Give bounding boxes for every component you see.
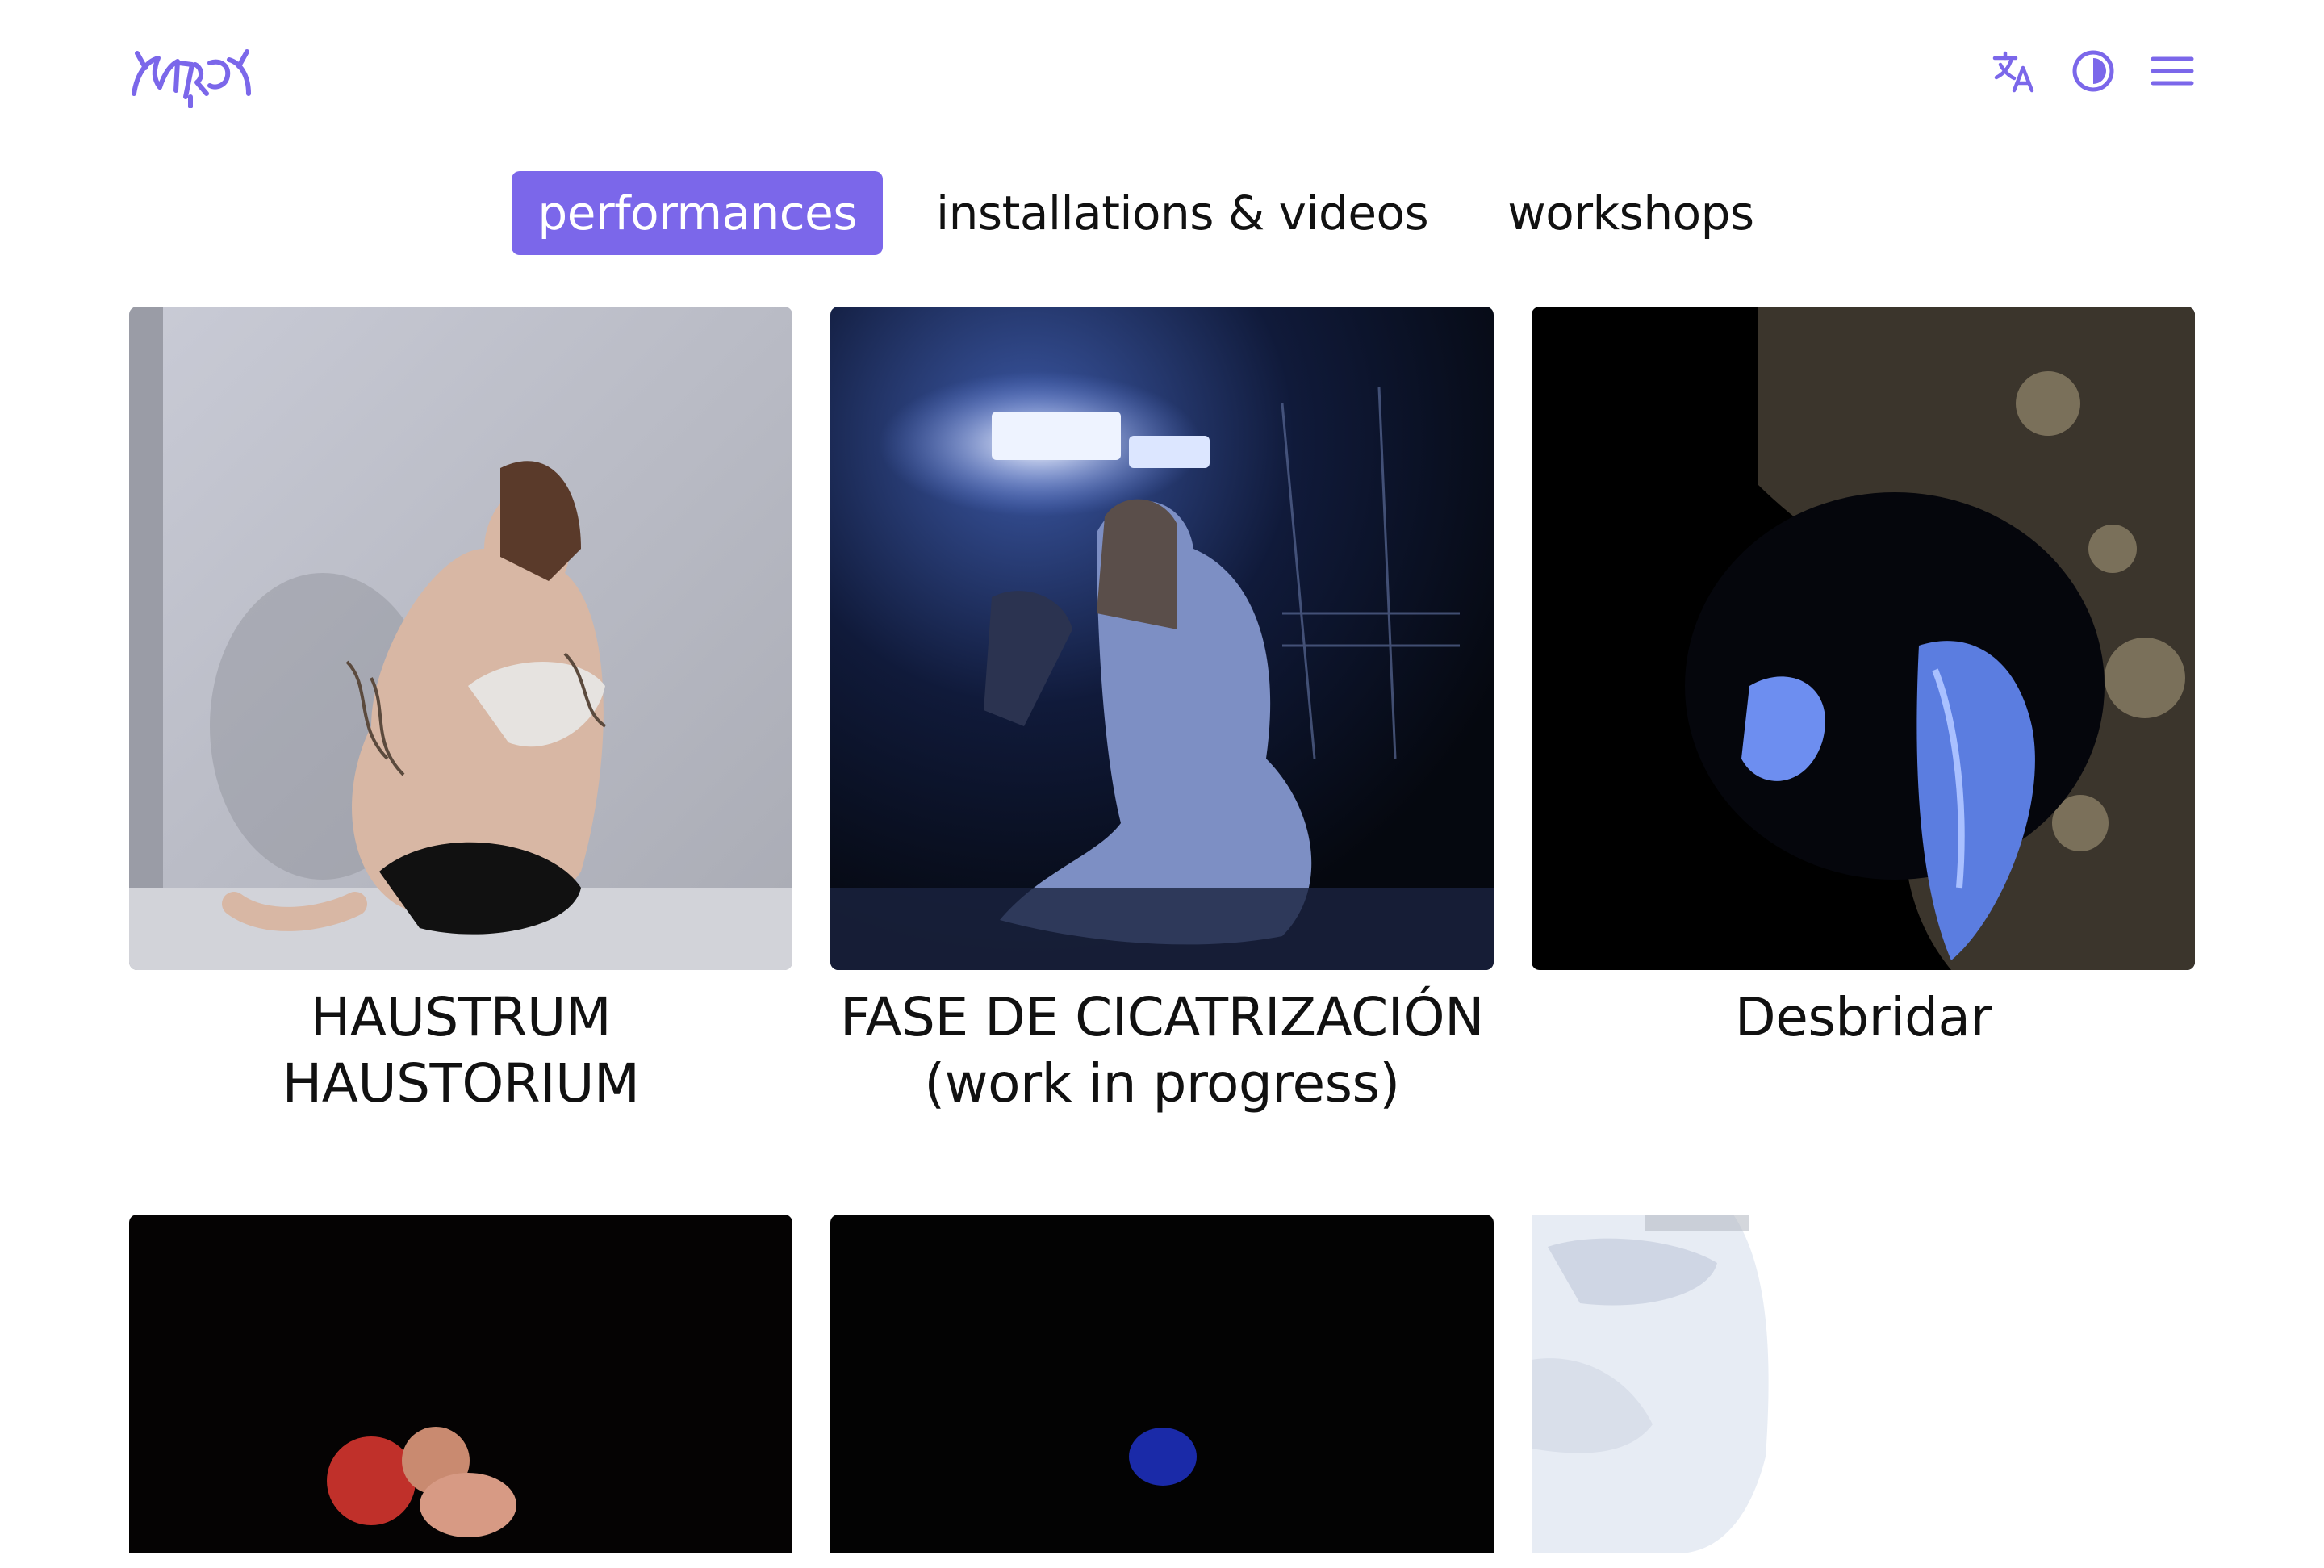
work-thumbnail[interactable] (129, 1215, 792, 1553)
work-card-desbridar[interactable]: Desbridar (1532, 307, 2195, 1051)
work-card[interactable] (129, 1215, 792, 1568)
menu-icon (2151, 56, 2194, 86)
menu-button[interactable] (2150, 48, 2195, 94)
work-thumbnail[interactable] (129, 307, 792, 970)
performer-photo-image (129, 1215, 792, 1553)
work-thumbnail[interactable] (830, 1215, 1494, 1553)
performer-photo-image (1532, 1215, 2195, 1553)
translate-button[interactable] (1992, 48, 2037, 94)
work-card[interactable] (830, 1215, 1494, 1568)
translate-icon (1992, 51, 2034, 93)
category-tabs: performances installations & videos work… (0, 171, 2324, 255)
work-thumbnail[interactable] (1532, 307, 2195, 970)
work-thumbnail[interactable] (1532, 1215, 2195, 1553)
work-thumbnail[interactable] (830, 307, 1494, 970)
site-header (0, 0, 2324, 145)
site-logo[interactable] (129, 40, 253, 109)
work-card-haustrum-haustorium[interactable]: HAUSTRUM HAUSTORIUM (129, 307, 792, 1117)
performer-photo-image (830, 1215, 1494, 1553)
work-title[interactable]: Desbridar (1532, 985, 2195, 1051)
tab-installations-videos[interactable]: installations & videos (910, 171, 1454, 255)
work-title[interactable]: HAUSTRUM HAUSTORIUM (129, 985, 792, 1117)
work-card[interactable] (1532, 1215, 2195, 1568)
work-title[interactable]: FASE DE CICATRIZACIÓN (work in progress) (830, 985, 1494, 1117)
creature-logo-icon (132, 49, 251, 109)
tab-workshops[interactable]: workshops (1482, 171, 1779, 255)
contrast-icon (2072, 50, 2114, 92)
tab-performances[interactable]: performances (512, 171, 884, 255)
contrast-toggle[interactable] (2071, 48, 2116, 94)
performer-photo-image (830, 307, 1494, 970)
performer-photo-image (1532, 307, 2195, 970)
work-card-fase-de-cicatrizacion[interactable]: FASE DE CICATRIZACIÓN (work in progress) (830, 307, 1494, 1117)
performer-photo-image (129, 307, 792, 970)
